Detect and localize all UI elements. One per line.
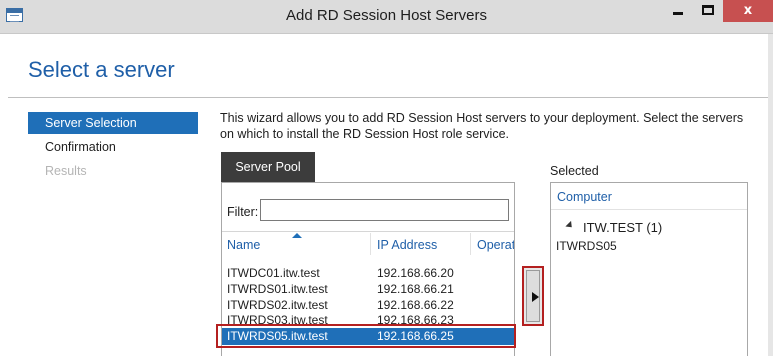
column-header-operating-system[interactable]: Operat: [477, 238, 514, 252]
selected-row-highlight: [216, 324, 516, 348]
nav-item-confirmation[interactable]: Confirmation: [28, 136, 198, 158]
selected-server-item[interactable]: ITWRDS05: [556, 239, 617, 253]
filter-label: Filter:: [227, 205, 259, 219]
arrow-right-icon: [532, 292, 539, 302]
collapse-icon[interactable]: [565, 220, 575, 231]
table-row[interactable]: ITWRDS01.itw.test 192.168.66.21: [222, 281, 514, 297]
window-title: Add RD Session Host Servers: [286, 7, 487, 24]
table-row[interactable]: ITWDC01.itw.test 192.168.66.20: [222, 265, 514, 281]
selected-header-divider: [551, 209, 747, 210]
minimize-button[interactable]: [663, 0, 693, 22]
minimize-icon: [673, 12, 683, 15]
table-row[interactable]: ITWRDS02.itw.test 192.168.66.22: [222, 297, 514, 313]
maximize-icon: [702, 5, 714, 15]
header-divider: [8, 97, 773, 98]
selected-servers-panel: Computer ITW.TEST (1) ITWRDS05: [550, 182, 748, 356]
column-divider[interactable]: [470, 233, 471, 255]
page-title: Select a server: [28, 57, 175, 82]
close-button[interactable]: x: [723, 0, 773, 22]
row-name: ITWDC01.itw.test: [227, 266, 320, 280]
selected-label: Selected: [550, 164, 599, 178]
column-divider[interactable]: [370, 233, 371, 255]
row-name: ITWRDS01.itw.test: [227, 282, 328, 296]
maximize-button[interactable]: [693, 0, 723, 22]
row-name: ITWRDS02.itw.test: [227, 298, 328, 312]
column-header-ip-address[interactable]: IP Address: [377, 238, 437, 252]
nav-item-results: Results: [45, 164, 87, 178]
column-header-computer[interactable]: Computer: [557, 190, 612, 204]
title-bar: Add RD Session Host Servers x: [0, 0, 773, 34]
row-ip: 192.168.66.20: [377, 266, 454, 280]
column-header-name[interactable]: Name: [227, 238, 260, 252]
add-to-selected-button[interactable]: [522, 266, 544, 326]
window-edge: [768, 34, 773, 356]
sort-ascending-icon: [292, 233, 302, 238]
filter-input[interactable]: [260, 199, 509, 221]
row-ip: 192.168.66.21: [377, 282, 454, 296]
add-button-face: [526, 270, 540, 322]
row-ip: 192.168.66.22: [377, 298, 454, 312]
wizard-description: This wizard allows you to add RD Session…: [220, 111, 744, 141]
nav-item-server-selection[interactable]: Server Selection: [28, 112, 198, 134]
filter-divider: [222, 231, 514, 232]
tab-server-pool[interactable]: Server Pool: [221, 152, 315, 183]
group-label[interactable]: ITW.TEST (1): [583, 220, 662, 235]
